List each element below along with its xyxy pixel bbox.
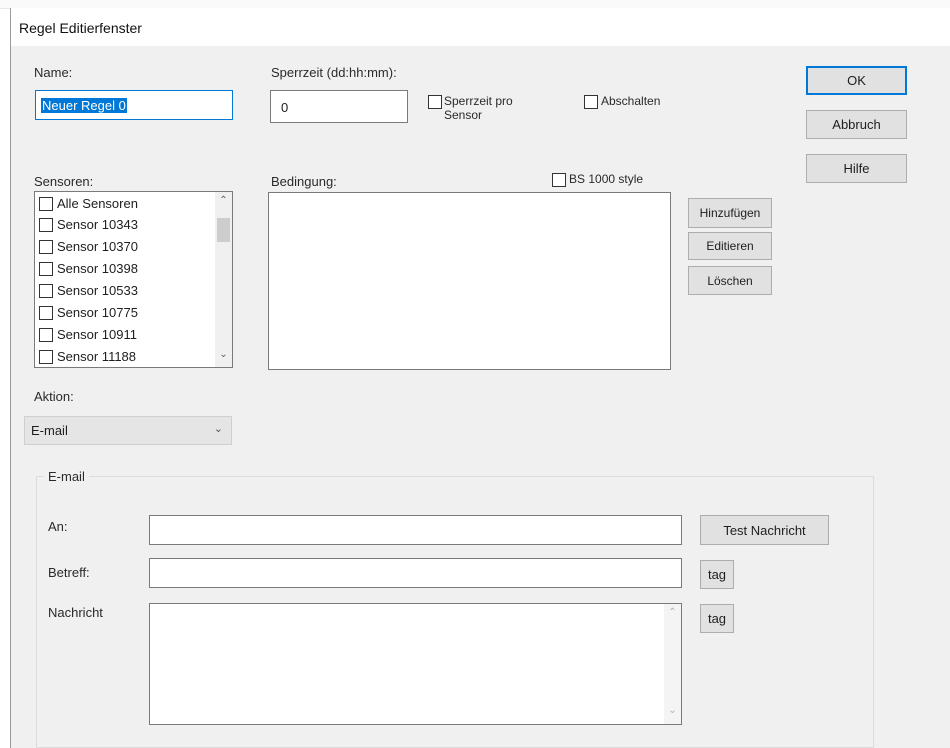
sperrzeit-pro-sensor-label: Sperrzeit pro Sensor: [444, 94, 513, 122]
sensoren-scrollbar[interactable]: ⌃ ⌄: [215, 192, 232, 367]
list-item[interactable]: Sensor 10911: [39, 324, 137, 345]
betreff-tag-button[interactable]: tag: [700, 560, 734, 589]
list-item-label: Sensor 10911: [57, 327, 137, 342]
list-item-label: Alle Sensoren: [57, 196, 138, 211]
list-item-checkbox[interactable]: [39, 196, 53, 211]
nachricht-textarea[interactable]: ⌃ ⌄: [149, 603, 682, 725]
hilfe-button[interactable]: Hilfe: [806, 154, 907, 183]
window-title: Regel Editierfenster: [19, 20, 142, 36]
nachricht-label: Nachricht: [48, 605, 103, 620]
list-item[interactable]: Sensor 10775: [39, 302, 138, 323]
list-item-label: Sensor 10533: [57, 283, 138, 298]
list-item[interactable]: Sensor 10370: [39, 236, 138, 257]
name-input[interactable]: Neuer Regel 0: [35, 90, 233, 120]
aktion-label: Aktion:: [34, 389, 74, 404]
title-bar: Regel Editierfenster: [11, 8, 950, 46]
an-label: An:: [48, 519, 68, 534]
hinzufuegen-button[interactable]: Hinzufügen: [688, 198, 772, 228]
chevron-down-icon: ⌄: [213, 423, 223, 435]
scroll-up-icon[interactable]: ⌃: [664, 607, 681, 618]
nachricht-tag-button[interactable]: tag: [700, 604, 734, 633]
list-item-checkbox[interactable]: [39, 239, 53, 254]
aktion-select-value: E-mail: [31, 423, 68, 438]
loeschen-button[interactable]: Löschen: [688, 266, 772, 295]
abschalten-checkbox[interactable]: [584, 95, 598, 109]
bedingung-listbox[interactable]: [268, 192, 671, 370]
scroll-up-icon[interactable]: ⌃: [215, 195, 232, 206]
list-item-label: Sensor 10398: [57, 261, 138, 276]
name-label: Name:: [34, 65, 73, 80]
list-item-checkbox[interactable]: [39, 349, 53, 364]
list-item-checkbox[interactable]: [39, 305, 53, 320]
betreff-label: Betreff:: [48, 565, 90, 580]
betreff-input[interactable]: [149, 558, 682, 588]
scroll-down-icon[interactable]: ⌄: [664, 705, 681, 716]
abschalten-label: Abschalten: [601, 94, 661, 108]
bs1000-style-label: BS 1000 style: [569, 172, 644, 186]
bedingung-label: Bedingung:: [271, 174, 337, 189]
list-item-checkbox[interactable]: [39, 283, 53, 298]
aktion-select[interactable]: E-mail ⌄: [24, 416, 232, 445]
list-item[interactable]: Sensor 10343: [39, 214, 138, 235]
abbruch-button[interactable]: Abbruch: [806, 110, 907, 139]
list-item[interactable]: Sensor 10533: [39, 280, 138, 301]
sperrzeit-input[interactable]: 0: [270, 90, 408, 123]
list-item-checkbox[interactable]: [39, 327, 53, 342]
ok-button[interactable]: OK: [806, 66, 907, 95]
email-group-label: E-mail: [44, 469, 89, 484]
list-item[interactable]: Alle Sensoren: [39, 193, 138, 214]
sensoren-label: Sensoren:: [34, 174, 94, 189]
list-item-label: Sensor 11188: [57, 349, 137, 364]
nachricht-scrollbar[interactable]: ⌃ ⌄: [664, 604, 681, 724]
dialog-window: Regel Editierfenster Name: Neuer Regel 0…: [10, 8, 950, 748]
test-nachricht-button[interactable]: Test Nachricht: [700, 515, 829, 545]
scrollbar-thumb[interactable]: [217, 218, 230, 242]
list-item[interactable]: Sensor 11188: [39, 346, 136, 367]
sperrzeit-label: Sperrzeit (dd:hh:mm):: [271, 65, 397, 80]
an-input[interactable]: [149, 515, 682, 545]
scroll-down-icon[interactable]: ⌄: [215, 349, 232, 360]
list-item-label: Sensor 10343: [57, 217, 138, 232]
list-item-label: Sensor 10775: [57, 305, 138, 320]
list-item-checkbox[interactable]: [39, 261, 53, 276]
sperrzeit-pro-sensor-checkbox[interactable]: [428, 95, 442, 109]
list-item[interactable]: Sensor 10398: [39, 258, 138, 279]
sperrzeit-value: 0: [281, 100, 289, 115]
list-item-label: Sensor 10370: [57, 239, 138, 254]
list-item-checkbox[interactable]: [39, 217, 53, 232]
editieren-button[interactable]: Editieren: [688, 232, 772, 260]
name-input-value: Neuer Regel 0: [41, 98, 127, 113]
bs1000-style-checkbox[interactable]: [552, 173, 566, 187]
sensoren-listbox[interactable]: Alle Sensoren Sensor 10343 Sensor 10370 …: [34, 191, 233, 368]
